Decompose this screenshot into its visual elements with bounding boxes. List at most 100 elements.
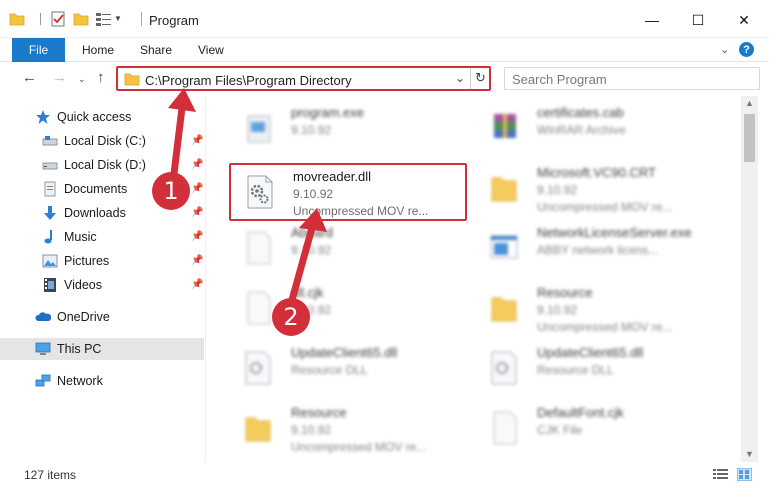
file-detail: 9.10.92 [291, 123, 332, 137]
folder-icon [9, 13, 25, 26]
file-detail: Uncompressed MOV re... [291, 440, 427, 454]
file-detail: 9.10.92 [537, 303, 578, 317]
sidebar-item-label: Videos [64, 278, 102, 292]
file-name: DefaultFont.cjk [537, 405, 624, 420]
file-icon [493, 411, 517, 445]
search-input[interactable]: Search Program [504, 67, 760, 90]
drive-icon [42, 162, 58, 170]
recent-locations-icon[interactable]: ⌄ [78, 74, 86, 85]
minimize-icon: — [645, 12, 659, 28]
tab-home[interactable]: Home [82, 43, 114, 57]
sidebar-item-label: Downloads [64, 206, 126, 220]
file-item[interactable]: Microsoft.VC90.CRT 9.10.92 Uncompressed … [472, 160, 717, 216]
sidebar-item-label: Documents [64, 182, 128, 196]
dll-gear-icon [245, 351, 271, 385]
scroll-thumb[interactable] [744, 114, 755, 162]
sidebar-item-label: Network [57, 374, 103, 388]
file-name: NetworkLicenseServer.exe [537, 225, 692, 240]
sidebar-item-label: This PC [57, 342, 102, 356]
sidebar-item-label: Local Disk (C:) [64, 134, 146, 148]
pin-icon[interactable]: 📌 [191, 231, 203, 242]
file-detail: ABBY network licens... [537, 243, 659, 257]
sidebar-item-label: Music [64, 230, 97, 244]
file-item[interactable]: NetworkLicenseServer.exe ABBY network li… [472, 220, 717, 276]
file-name: Resource [291, 405, 347, 420]
search-placeholder: Search Program [512, 72, 607, 87]
view-options-icon[interactable] [95, 11, 113, 27]
file-item[interactable]: DefaultFont.cjk CJK File [472, 400, 717, 456]
scroll-down-icon[interactable]: ▼ [745, 449, 754, 459]
file-name: certificates.cab [537, 105, 624, 120]
file-detail: Uncompressed MOV re... [537, 320, 673, 334]
address-row: ← → ⌄ ↑ C:\Program Files\Program Directo… [0, 62, 769, 96]
app-window-icon [490, 235, 518, 259]
pin-icon[interactable]: 📌 [191, 159, 203, 170]
step-badge-1: 1 [152, 172, 190, 210]
file-item[interactable]: program.exe 9.10.92 [226, 100, 471, 156]
file-name: Resource [537, 285, 593, 300]
close-button[interactable]: ✕ [721, 5, 767, 35]
sidebar-item-pictures[interactable]: Pictures 📌 [0, 250, 204, 272]
close-icon: ✕ [738, 11, 750, 28]
title-separator [141, 12, 142, 26]
pin-icon[interactable]: 📌 [191, 135, 203, 146]
tab-share[interactable]: Share [140, 43, 172, 57]
address-path[interactable]: C:\Program Files\Program Directory [145, 73, 352, 88]
folder-icon [124, 73, 140, 86]
pin-icon[interactable]: 📌 [191, 183, 203, 194]
pin-icon[interactable]: 📌 [191, 255, 203, 266]
address-divider [470, 68, 471, 89]
sidebar-item-onedrive[interactable]: OneDrive [0, 306, 204, 328]
file-name: UpdateClient65.dll [291, 345, 398, 360]
step-badge-2: 2 [272, 298, 310, 336]
forward-arrow-icon[interactable]: → [52, 69, 67, 86]
drive-icon [42, 136, 58, 146]
minimize-button[interactable]: — [629, 5, 675, 35]
sidebar-item-local-disk-c[interactable]: Local Disk (C:) 📌 [0, 130, 204, 152]
sidebar-item-network[interactable]: Network [0, 370, 204, 392]
sidebar-item-videos[interactable]: Videos 📌 [0, 274, 204, 296]
maximize-icon: ☐ [691, 11, 705, 28]
file-item[interactable]: UpdateClient65.dll Resource DLL [226, 340, 471, 396]
star-icon [36, 110, 50, 124]
address-bar[interactable]: C:\Program Files\Program Directory ⌄ ↻ [116, 66, 491, 91]
details-view-icon[interactable] [713, 468, 728, 481]
file-item[interactable]: Aboard 9.10.92 [226, 220, 471, 276]
pin-icon[interactable]: 📌 [191, 279, 203, 290]
file-item[interactable]: Resource 9.10.92 Uncompressed MOV re... [226, 400, 471, 456]
tab-file[interactable]: File [12, 38, 65, 62]
maximize-button[interactable]: ☐ [675, 5, 721, 35]
vertical-scrollbar[interactable]: ▲ ▼ [741, 96, 758, 462]
expand-ribbon-icon[interactable]: ⌄ [720, 43, 729, 56]
file-item[interactable]: UpdateClient65.dll Resource DLL [472, 340, 717, 396]
chevron-down-icon[interactable]: ⌄ [455, 71, 465, 85]
file-item[interactable]: dll.cjk 9.10.92 [226, 280, 471, 336]
properties-icon[interactable] [50, 11, 66, 27]
documents-icon [44, 181, 56, 197]
help-icon[interactable]: ? [739, 42, 754, 57]
back-arrow-icon[interactable]: ← [22, 69, 37, 86]
file-item[interactable]: Resource 9.10.92 Uncompressed MOV re... [472, 280, 717, 336]
refresh-icon[interactable]: ↻ [475, 70, 486, 86]
ribbon-tabs: File Home Share View ⌄ ? [0, 38, 769, 62]
window-title: Program [149, 13, 199, 28]
computer-icon [35, 342, 51, 355]
file-icon [247, 231, 271, 265]
file-item[interactable]: certificates.cab WinRAR Archive [472, 100, 717, 156]
sidebar-item-this-pc[interactable]: This PC [0, 338, 204, 360]
dll-gear-icon [491, 351, 517, 385]
new-folder-icon[interactable] [73, 11, 89, 27]
tiles-view-icon[interactable] [737, 468, 752, 481]
sidebar-item-quick-access[interactable]: Quick access [0, 106, 204, 128]
pin-icon[interactable]: 📌 [191, 207, 203, 218]
folder-icon [491, 177, 517, 202]
tab-view[interactable]: View [198, 43, 224, 57]
sidebar-item-music[interactable]: Music 📌 [0, 226, 204, 248]
file-detail: Uncompressed MOV re... [537, 200, 673, 214]
scroll-up-icon[interactable]: ▲ [745, 98, 754, 108]
chevron-down-icon[interactable]: ▼ [114, 14, 122, 23]
up-arrow-icon[interactable]: ↑ [97, 69, 105, 86]
sidebar-item-label: Local Disk (D:) [64, 158, 146, 172]
file-detail: WinRAR Archive [537, 123, 626, 137]
file-list: program.exe 9.10.92 certificates.cab Win… [212, 96, 741, 462]
